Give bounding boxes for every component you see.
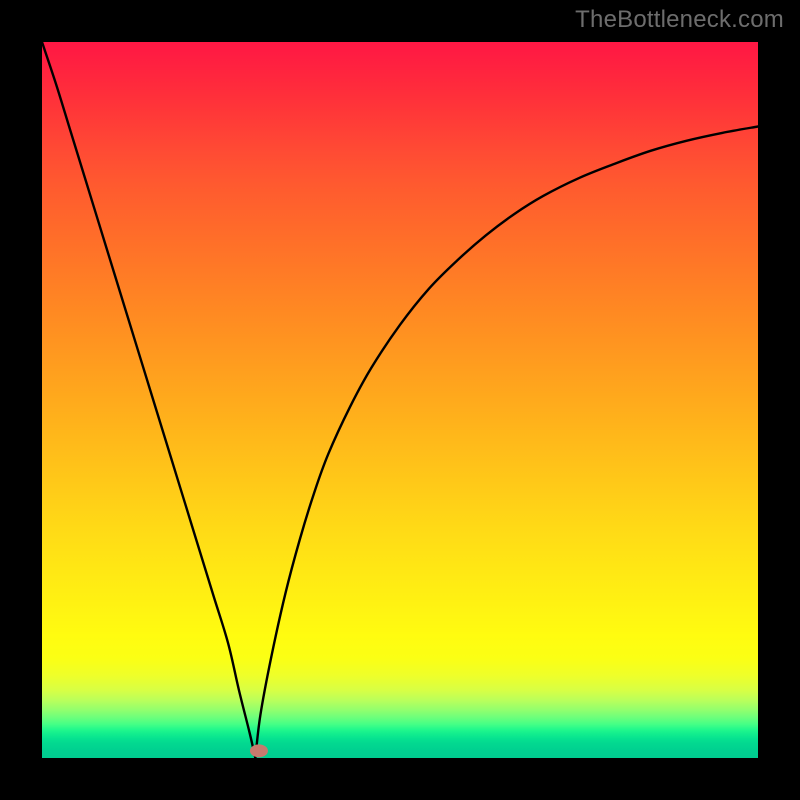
curve-right-branch [255,126,758,758]
watermark-text: TheBottleneck.com [575,6,784,34]
curve-left-branch [42,42,255,758]
chart-frame: TheBottleneck.com [0,0,800,800]
optimum-marker [250,744,268,757]
plot-area [42,42,758,758]
bottleneck-curve [42,42,758,758]
